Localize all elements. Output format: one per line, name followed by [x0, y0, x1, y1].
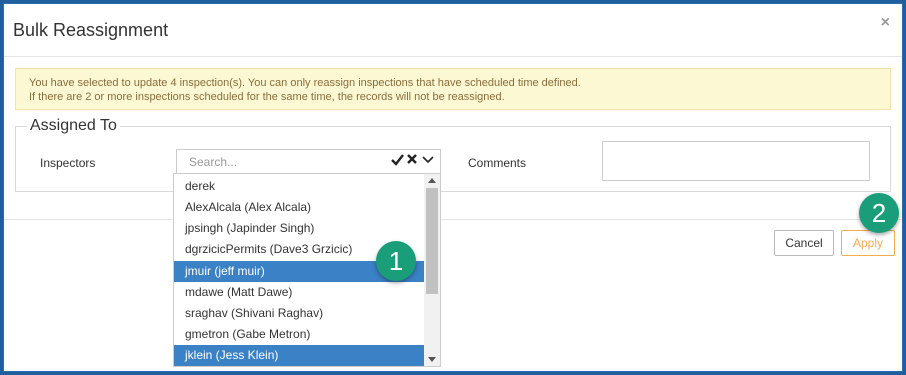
callout-badge-1: 1 [376, 241, 416, 281]
comments-field[interactable] [602, 141, 870, 181]
list-item[interactable]: AlexAlcala (Alex Alcala) [174, 197, 424, 218]
alert-line-1: You have selected to update 4 inspection… [29, 77, 581, 89]
dropdown-scrollbar[interactable] [424, 174, 440, 366]
bulk-reassignment-dialog: Bulk Reassignment × You have selected to… [3, 3, 903, 372]
x-icon[interactable] [406, 153, 418, 169]
list-item[interactable]: gmetron (Gabe Metron) [174, 324, 424, 345]
callout-badge-2: 2 [859, 193, 899, 233]
scroll-down-icon[interactable] [428, 357, 436, 362]
inspectors-multiselect[interactable] [176, 149, 441, 175]
close-icon[interactable]: × [881, 14, 890, 32]
footer-divider [4, 219, 902, 220]
inspectors-label: Inspectors [40, 156, 96, 170]
assigned-to-fieldset: Assigned To Inspectors Comments [15, 117, 891, 192]
list-item[interactable]: jpsingh (Japinder Singh) [174, 218, 424, 239]
warning-alert: You have selected to update 4 inspection… [15, 68, 891, 110]
list-item[interactable]: mdawe (Matt Dawe) [174, 282, 424, 303]
list-item[interactable]: sraghav (Shivani Raghav) [174, 303, 424, 324]
comments-label: Comments [468, 156, 527, 170]
dialog-header: Bulk Reassignment × [4, 4, 902, 57]
inspector-search-input[interactable] [177, 150, 389, 174]
cancel-button[interactable]: Cancel [774, 230, 834, 256]
chevron-down-icon[interactable] [422, 153, 434, 169]
dialog-title: Bulk Reassignment [13, 20, 169, 40]
list-item-selected[interactable]: jklein (Jess Klein) [174, 345, 424, 366]
scroll-up-icon[interactable] [428, 178, 436, 183]
assigned-to-legend: Assigned To [27, 117, 120, 135]
alert-line-2: If there are 2 or more inspections sched… [29, 91, 505, 103]
list-item[interactable]: derek [174, 176, 424, 197]
check-icon[interactable] [391, 153, 404, 169]
scrollbar-thumb[interactable] [426, 188, 438, 294]
apply-button[interactable]: Apply [841, 230, 895, 256]
